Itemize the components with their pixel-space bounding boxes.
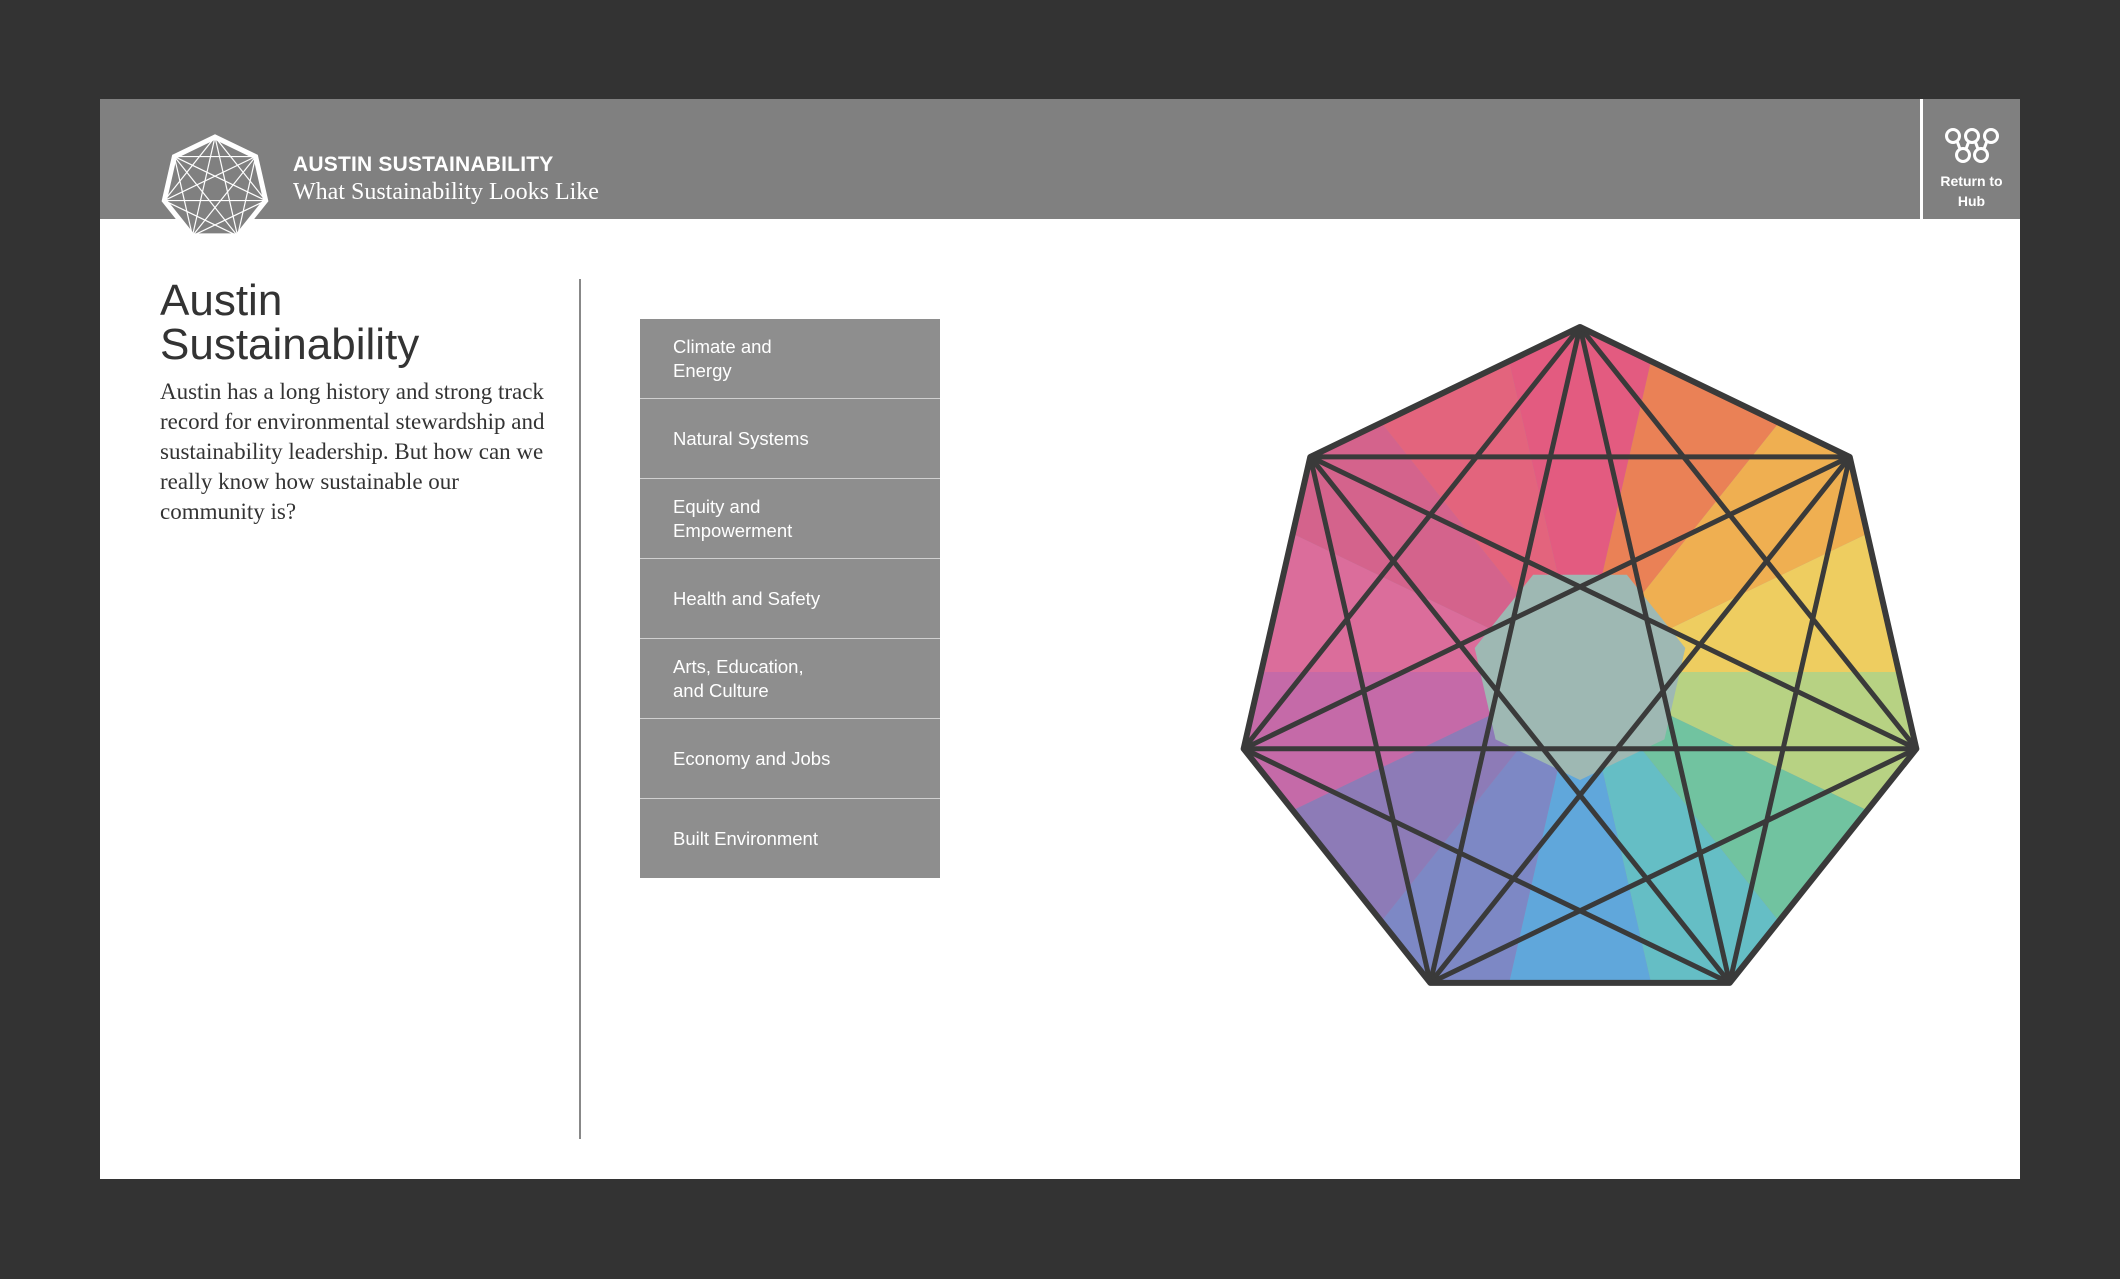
topic-label: Equity and Empowerment: [673, 495, 793, 541]
topic-built-environment[interactable]: Built Environment: [640, 799, 940, 878]
hub-circles-icon: [1944, 128, 1999, 163]
divider: [579, 279, 581, 1139]
topic-label: Health and Safety: [673, 587, 821, 609]
intro-title: Austin Sustainability: [160, 276, 420, 369]
topic-health-safety[interactable]: Health and Safety: [640, 559, 940, 639]
header-bar: AUSTIN SUSTAINABILITY What Sustainabilit…: [100, 99, 2020, 219]
intro-description: Austin has a long history and strong tra…: [160, 379, 545, 524]
topic-label: Built Environment: [673, 827, 818, 849]
app-screen: AUSTIN SUSTAINABILITY What Sustainabilit…: [100, 99, 2020, 1179]
topic-equity-empowerment[interactable]: Equity and Empowerment: [640, 479, 940, 559]
sustainability-star-diagram[interactable]: [1205, 314, 1955, 1014]
topic-label: Economy and Jobs: [673, 747, 831, 769]
topic-climate-energy[interactable]: Climate and Energy: [640, 319, 940, 399]
topic-natural-systems[interactable]: Natural Systems: [640, 399, 940, 479]
heptagram-logo-icon: [161, 134, 269, 239]
topic-arts-education-culture[interactable]: Arts, Education, and Culture: [640, 639, 940, 719]
app-title: AUSTIN SUSTAINABILITY: [293, 153, 554, 176]
app-subtitle: What Sustainability Looks Like: [293, 179, 599, 205]
topic-menu: Climate and Energy Natural Systems Equit…: [640, 319, 940, 878]
topic-economy-jobs[interactable]: Economy and Jobs: [640, 719, 940, 799]
return-to-hub-button[interactable]: Return to Hub: [1920, 99, 2020, 219]
return-to-hub-label: Return to Hub: [1940, 173, 2003, 209]
topic-label: Climate and Energy: [673, 335, 772, 381]
topic-label: Arts, Education, and Culture: [673, 655, 804, 701]
topic-label: Natural Systems: [673, 427, 809, 449]
